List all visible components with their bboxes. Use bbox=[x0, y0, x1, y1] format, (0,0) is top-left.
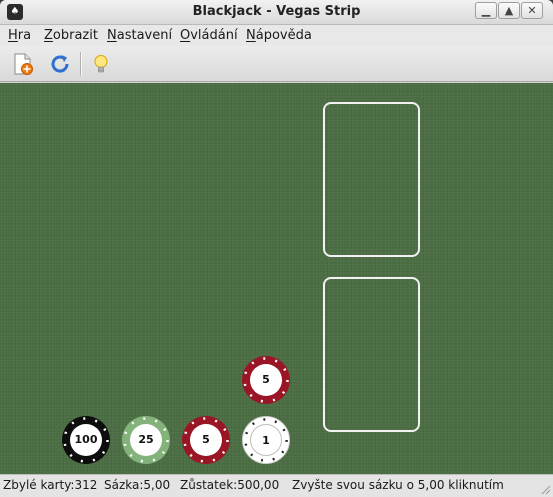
menu-bar: Hra Zobrazit Nastavení Ovládání Nápověda bbox=[0, 25, 553, 46]
dealer-card-slot bbox=[323, 102, 420, 257]
bet-chip[interactable]: 5 bbox=[242, 356, 290, 404]
close-button[interactable]: ✕ bbox=[521, 2, 543, 19]
chip-100[interactable]: 100 bbox=[62, 416, 110, 464]
chip-1-value: 1 bbox=[250, 424, 282, 456]
chip-5-value: 5 bbox=[190, 424, 222, 456]
minimize-button[interactable]: ▁ bbox=[475, 2, 497, 19]
chip-1[interactable]: 1 bbox=[242, 416, 290, 464]
chip-25[interactable]: 25 bbox=[122, 416, 170, 464]
window-title: Blackjack - Vegas Strip bbox=[192, 4, 361, 19]
new-game-icon[interactable] bbox=[11, 52, 35, 76]
maximize-button[interactable]: ▲ bbox=[498, 2, 520, 19]
redeal-icon[interactable] bbox=[48, 52, 72, 76]
chip-25-value: 25 bbox=[130, 424, 162, 456]
chip-5[interactable]: 5 bbox=[182, 416, 230, 464]
resize-grip-icon[interactable] bbox=[539, 483, 551, 495]
toolbar bbox=[0, 46, 553, 82]
game-table[interactable]: 5 100 25 5 1 bbox=[0, 83, 553, 474]
cards-left-status: Zbylé karty:312 bbox=[3, 478, 98, 492]
menu-game[interactable]: Hra bbox=[8, 28, 31, 43]
bet-status: Sázka:5,00 bbox=[104, 478, 171, 492]
hint-icon[interactable] bbox=[89, 52, 113, 76]
status-bar: Zbylé karty:312 Sázka:5,00 Zůstatek:500,… bbox=[0, 474, 553, 497]
menu-controls[interactable]: Ovládání bbox=[180, 28, 238, 43]
menu-settings[interactable]: Nastavení bbox=[107, 28, 172, 43]
chip-100-value: 100 bbox=[70, 424, 102, 456]
hint-message: Zvyšte svou sázku o 5,00 kliknutím bbox=[292, 478, 504, 492]
player-card-slot[interactable] bbox=[323, 277, 420, 432]
bet-chip-value: 5 bbox=[250, 364, 282, 396]
menu-view[interactable]: Zobrazit bbox=[44, 28, 98, 43]
title-bar[interactable]: ♠ Blackjack - Vegas Strip ▁ ▲ ✕ bbox=[0, 0, 553, 25]
balance-status: Zůstatek:500,00 bbox=[180, 478, 280, 492]
menu-help[interactable]: Nápověda bbox=[246, 28, 312, 43]
blackjack-window: ♠ Blackjack - Vegas Strip ▁ ▲ ✕ Hra Zobr… bbox=[0, 0, 553, 497]
toolbar-separator bbox=[80, 52, 81, 76]
